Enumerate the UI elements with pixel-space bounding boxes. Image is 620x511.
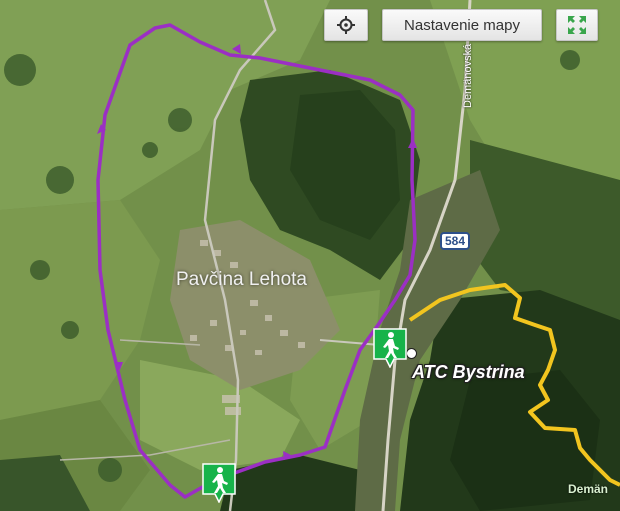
fullscreen-button[interactable]	[556, 9, 598, 41]
hiking-marker[interactable]	[202, 463, 236, 504]
locate-button[interactable]	[324, 9, 368, 41]
road-number-badge: 584	[440, 232, 470, 250]
village-label: Pavčina Lehota	[176, 269, 307, 290]
map-view[interactable]: Nastavenie mapy Pavčina Lehota 584 Demän…	[0, 0, 620, 511]
poi-dot[interactable]	[406, 348, 417, 359]
town-label-edge: Demän	[568, 482, 609, 496]
hiker-icon	[202, 463, 236, 504]
street-label: Demänovská	[462, 43, 474, 108]
map-settings-label: Nastavenie mapy	[404, 16, 520, 34]
hiker-icon	[373, 328, 407, 369]
satellite-imagery	[0, 0, 620, 511]
hiking-marker[interactable]	[373, 328, 407, 369]
crosshair-icon	[337, 16, 355, 34]
poi-label-atc[interactable]: ATC Bystrina	[412, 362, 525, 383]
expand-arrows-icon	[568, 16, 586, 34]
map-settings-button[interactable]: Nastavenie mapy	[382, 9, 542, 41]
